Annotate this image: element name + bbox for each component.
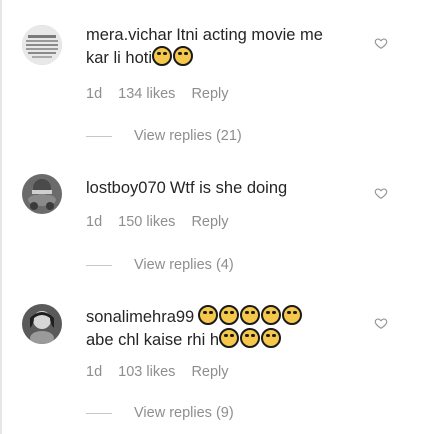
avatar-image [22,304,62,344]
comment-body-line2: abe chl kaise rhi h [86,331,219,349]
view-replies-button[interactable]: View replies (4) [86,257,234,273]
emoji-group [152,46,194,67]
laughing-emoji-icon [261,305,282,325]
laughing-emoji-icon [240,328,260,348]
laughing-emoji-icon [219,328,239,348]
left-border [0,0,2,434]
like-heart-icon[interactable] [374,36,388,50]
comment-time: 1d [86,364,103,380]
comment-body-line1: Itni acting movie me [176,26,323,44]
comment-text: sonalimehra99 abe chl kaise rhi h [86,305,356,351]
like-heart-icon[interactable] [374,316,388,330]
view-replies-button[interactable]: View replies (21) [86,128,242,144]
view-replies-button[interactable]: View replies (9) [86,405,234,421]
comment-time: 1d [86,86,103,102]
reply-button[interactable]: Reply [191,214,228,230]
likes-count[interactable]: 150 likes [118,214,175,230]
laughing-emoji-icon [152,46,173,66]
comment-meta: 1d 134 likes Reply [86,86,241,102]
comment-meta: 1d 150 likes Reply [86,214,241,230]
comment-username[interactable]: lostboy070 [86,179,166,197]
laughing-emoji-icon [198,305,219,325]
laughing-emoji-icon [173,46,194,66]
comment-text: lostboy070 Wtf is she doing [86,178,356,199]
divider-line [86,135,112,137]
view-replies-label: View replies (21) [134,128,242,144]
laughing-emoji-icon [261,328,281,348]
comment-body-line2: kar li hoti [86,49,153,67]
emoji-group [219,328,282,349]
emoji-group [198,305,303,326]
avatar[interactable] [22,25,62,65]
avatar[interactable] [22,304,62,344]
likes-count[interactable]: 134 likes [118,86,175,102]
view-replies-label: View replies (4) [134,257,234,273]
comment-text: mera.vichar Itni acting movie me kar li h… [86,25,356,69]
avatar-image [22,174,62,214]
reply-button[interactable]: Reply [191,364,228,380]
likes-count[interactable]: 103 likes [118,364,175,380]
comment-username[interactable]: mera.vichar [86,26,172,44]
comment-body-line1: Wtf is she doing [169,179,288,197]
laughing-emoji-icon [219,305,240,325]
laughing-emoji-icon [282,305,303,325]
divider-line [86,264,112,266]
reply-button[interactable]: Reply [191,86,228,102]
view-replies-label: View replies (9) [134,405,234,421]
comment-meta: 1d 103 likes Reply [86,364,241,380]
divider-line [86,412,112,414]
like-heart-icon[interactable] [374,186,388,200]
comment-username[interactable]: sonalimehra99 [86,308,194,326]
laughing-emoji-icon [240,305,261,325]
avatar[interactable] [22,174,62,214]
comment-time: 1d [86,214,103,230]
avatar-image [22,25,62,65]
